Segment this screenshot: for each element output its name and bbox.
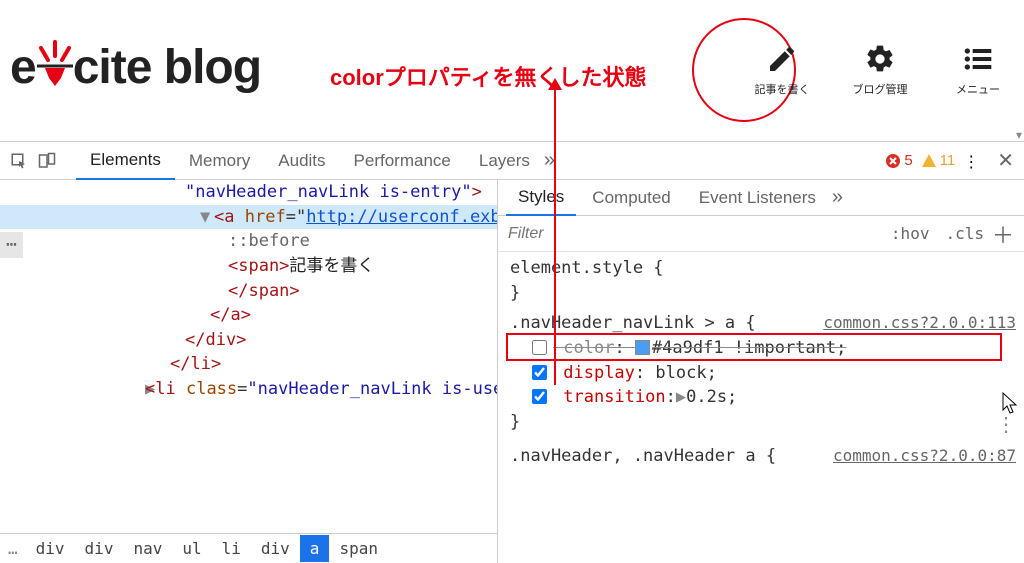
menu-list-icon xyxy=(962,43,994,75)
write-post-label: 記事を書く xyxy=(755,81,810,97)
rule-element-style: element.style { } xyxy=(506,256,1016,305)
new-rule-button[interactable]: ＋ xyxy=(992,218,1014,250)
dom-tree-pane: "navHeader_navLink is-entry"> ⋯ ▼<a href… xyxy=(0,180,498,563)
logo-spark-icon xyxy=(37,44,73,92)
crumb-div3[interactable]: div xyxy=(251,535,300,562)
breadcrumb[interactable]: … div div nav ul li div a span xyxy=(0,533,497,563)
menu-button[interactable]: メニュー xyxy=(942,30,1014,110)
crumb-li[interactable]: li xyxy=(212,535,251,562)
css-prop-color-disabled: color: #4a9df1 !important; xyxy=(510,336,1016,361)
rule-source-link[interactable]: common.css?2.0.0:113 xyxy=(823,311,1016,334)
crumb-a-selected[interactable]: a xyxy=(300,535,330,562)
rule-navlink: common.css?2.0.0:113 .navHeader_navLink … xyxy=(506,311,1016,434)
crumb-nav[interactable]: nav xyxy=(123,535,172,562)
hov-toggle[interactable]: :hov xyxy=(891,224,930,243)
styles-tab-bar: Styles Computed Event Listeners » xyxy=(498,180,1024,216)
annotation-label: colorプロパティを無くした状態 xyxy=(330,60,646,92)
site-logo[interactable]: e cite blog xyxy=(10,40,261,95)
styles-filter-input[interactable] xyxy=(508,225,883,243)
mouse-cursor-icon xyxy=(1002,392,1020,421)
devtools-panel: Elements Memory Audits Performance Layer… xyxy=(0,142,1024,563)
css-rules-list[interactable]: element.style { } common.css?2.0.0:113 .… xyxy=(498,252,1024,563)
rule2-source-link[interactable]: common.css?2.0.0:87 xyxy=(833,444,1016,467)
logo-text: cite blog xyxy=(73,40,261,95)
tab-computed[interactable]: Computed xyxy=(580,180,682,216)
header-toolbar: 記事を書く ブログ管理 メニュー xyxy=(746,30,1014,110)
tab-styles[interactable]: Styles xyxy=(506,180,576,216)
annotation-arrow-head xyxy=(548,78,562,90)
tab-layers[interactable]: Layers xyxy=(465,142,544,180)
color-swatch[interactable] xyxy=(635,340,650,355)
styles-pane: Styles Computed Event Listeners » :hov .… xyxy=(498,180,1024,563)
crumb-div2[interactable]: div xyxy=(75,535,124,562)
blog-manage-label: ブログ管理 xyxy=(853,81,908,97)
kebab-menu-icon[interactable]: ⋮ xyxy=(963,152,981,170)
page-header: e cite blog colorプロパティを無くした状態 記事を書く ブログ管… xyxy=(0,0,1024,142)
tab-audits[interactable]: Audits xyxy=(264,142,339,180)
collapsed-ellipsis[interactable]: ⋯ xyxy=(0,232,23,258)
css-prop-display: display: block; xyxy=(510,361,1016,386)
crumb-ul[interactable]: ul xyxy=(172,535,211,562)
crumb-span[interactable]: span xyxy=(329,535,388,562)
more-styles-tabs-icon[interactable]: » xyxy=(832,186,843,209)
css-prop-transition: transition:▶0.2s; xyxy=(510,385,1016,410)
error-count[interactable]: 5 xyxy=(885,152,912,169)
annotation-arrow-line xyxy=(554,85,556,385)
tab-memory[interactable]: Memory xyxy=(175,142,264,180)
dom-tree[interactable]: "navHeader_navLink is-entry"> ⋯ ▼<a href… xyxy=(0,180,497,533)
display-checkbox[interactable] xyxy=(532,365,547,380)
color-checkbox[interactable] xyxy=(532,340,547,355)
device-toggle-icon[interactable] xyxy=(38,152,56,170)
pencil-icon xyxy=(766,43,798,75)
tab-performance[interactable]: Performance xyxy=(340,142,465,180)
blog-manage-button[interactable]: ブログ管理 xyxy=(844,30,916,110)
menu-label: メニュー xyxy=(956,81,1000,97)
rule-navheader: common.css?2.0.0:87 .navHeader, .navHead… xyxy=(506,444,1016,469)
cls-toggle[interactable]: .cls xyxy=(945,224,984,243)
crumb-div[interactable]: div xyxy=(26,535,75,562)
close-icon[interactable]: ✕ xyxy=(997,148,1014,173)
scroll-down-icon[interactable]: ▾ xyxy=(1016,128,1022,142)
transition-checkbox[interactable] xyxy=(532,389,547,404)
gear-icon xyxy=(864,43,896,75)
styles-filter-bar: :hov .cls ＋ xyxy=(498,216,1024,252)
devtools-tab-bar: Elements Memory Audits Performance Layer… xyxy=(0,142,1024,180)
write-post-button[interactable]: 記事を書く xyxy=(746,30,818,110)
tab-elements[interactable]: Elements xyxy=(76,142,175,180)
tab-event-listeners[interactable]: Event Listeners xyxy=(687,180,828,216)
crumb-ellipsis[interactable]: … xyxy=(0,535,26,562)
inspect-icon[interactable] xyxy=(10,152,28,170)
warning-count[interactable]: 11 xyxy=(921,152,956,169)
